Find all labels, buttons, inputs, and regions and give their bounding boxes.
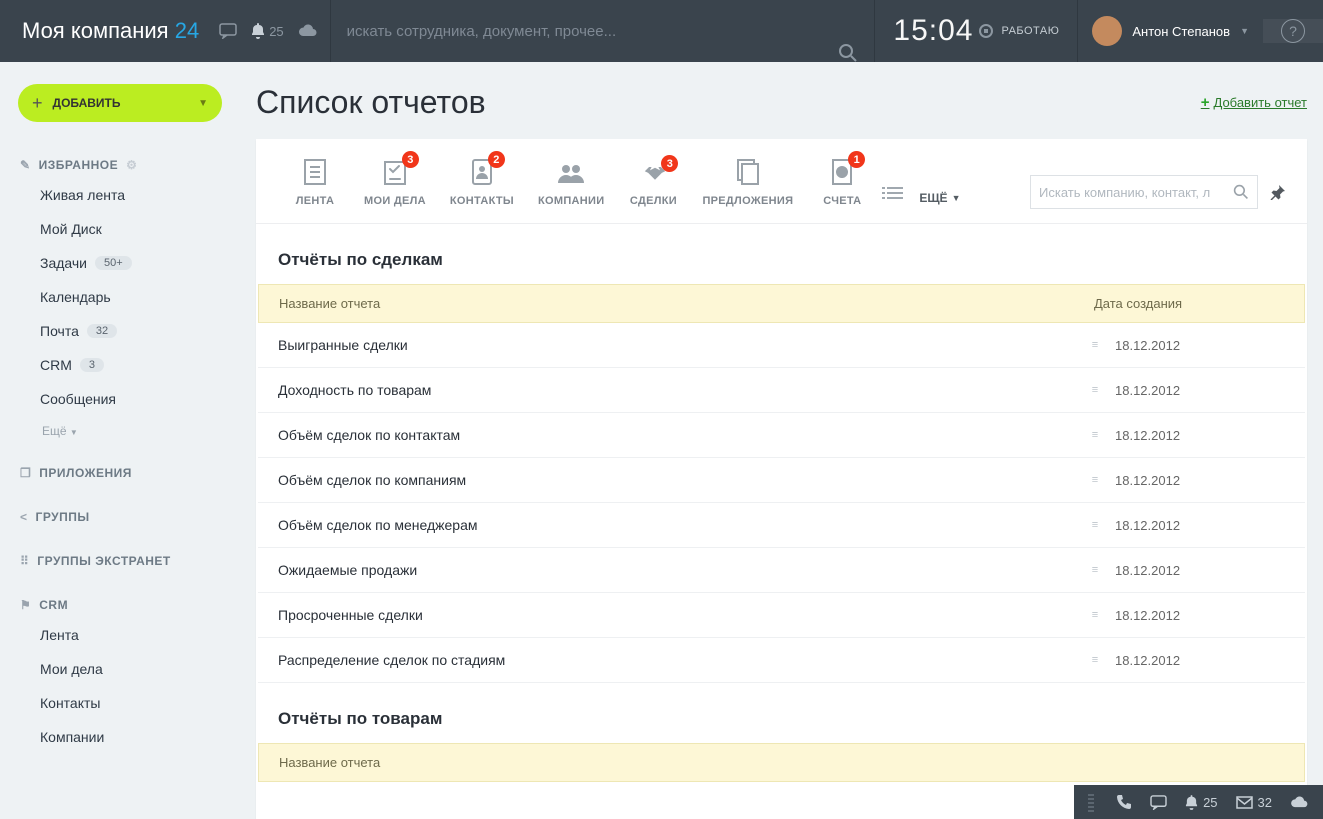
add-button[interactable]: + ДОБАВИТЬ ▼ (18, 84, 222, 122)
drag-icon[interactable]: ≡ (1075, 339, 1115, 351)
svg-text:$: $ (840, 169, 845, 178)
grip-icon[interactable] (1088, 792, 1094, 812)
tab-icon (735, 157, 761, 187)
sidebar-item[interactable]: Почта32 (0, 314, 240, 348)
chevron-down-icon: ▼ (1240, 26, 1249, 36)
sidebar-item[interactable]: Мой Диск (0, 212, 240, 246)
tab-icon: 3 (381, 157, 409, 187)
sidebar-item[interactable]: Календарь (0, 280, 240, 314)
crm-tab[interactable]: 3МОИ ДЕЛА (352, 157, 438, 223)
search-icon[interactable] (1233, 184, 1249, 200)
section-title-deals: Отчёты по сделкам (256, 250, 1307, 284)
bbar-mail[interactable]: 32 (1236, 795, 1272, 810)
sidebar-item[interactable]: CRM3 (0, 348, 240, 382)
tab-icon (302, 157, 328, 187)
list-icon (887, 187, 903, 199)
sidebar-section-extranet[interactable]: ⠿ ГРУППЫ ЭКСТРАНЕТ (0, 544, 240, 574)
count-badge: 3 (80, 358, 104, 372)
gear-icon[interactable]: ⚙ (126, 158, 137, 172)
sidebar-section-crm[interactable]: ⚑ CRM (0, 588, 240, 618)
report-row[interactable]: Доходность по товарам≡18.12.2012 (258, 368, 1305, 413)
sidebar-more[interactable]: Ещё ▼ (0, 416, 240, 456)
crm-search[interactable] (1030, 175, 1258, 209)
bbar-notifications[interactable]: 25 (1185, 795, 1217, 810)
help-button[interactable]: ? (1263, 19, 1323, 43)
drag-icon[interactable]: ≡ (1075, 519, 1115, 531)
count-badge: 50+ (95, 256, 132, 270)
share-icon: < (20, 510, 28, 524)
crm-tab[interactable]: 3СДЕЛКИ (616, 161, 690, 223)
pin-icon: ✎ (20, 158, 31, 172)
search-icon[interactable] (838, 43, 858, 63)
report-row[interactable]: Просроченные сделки≡18.12.2012 (258, 593, 1305, 638)
crm-search-input[interactable] (1039, 185, 1233, 200)
sidebar-item[interactable]: Лента (0, 618, 240, 652)
report-row[interactable]: Объём сделок по менеджерам≡18.12.2012 (258, 503, 1305, 548)
work-status[interactable]: РАБОТАЮ (979, 24, 1077, 38)
sidebar-section-groups[interactable]: < ГРУППЫ (0, 500, 240, 530)
notifications-icon[interactable]: 25 (251, 23, 283, 39)
drag-icon[interactable]: ≡ (1075, 654, 1115, 666)
crm-tab[interactable]: ЛЕНТА (278, 157, 352, 223)
report-row[interactable]: Выигранные сделки≡18.12.2012 (258, 323, 1305, 368)
logo[interactable]: Моя компания 24 (0, 18, 219, 44)
cloud-icon[interactable] (298, 24, 318, 38)
crm-tab[interactable]: 2КОНТАКТЫ (438, 157, 526, 223)
sidebar-section-apps[interactable]: ❒ ПРИЛОЖЕНИЯ (0, 456, 240, 486)
drag-icon[interactable]: ≡ (1075, 474, 1115, 486)
chevron-down-icon: ▼ (198, 98, 208, 109)
sidebar-item[interactable]: Живая лента (0, 178, 240, 212)
sidebar-item[interactable]: Контакты (0, 686, 240, 720)
count-badge: 2 (488, 151, 505, 168)
flag-icon: ⚑ (20, 598, 31, 612)
plus-icon: + (1201, 94, 1210, 111)
crm-tab[interactable]: КОМПАНИИ (526, 161, 616, 223)
sidebar-item[interactable]: Сообщения (0, 382, 240, 416)
table-header: Название отчета Дата создания (258, 284, 1305, 323)
count-badge: 32 (87, 324, 117, 338)
drag-icon[interactable]: ≡ (1075, 384, 1115, 396)
report-row[interactable]: Ожидаемые продажи≡18.12.2012 (258, 548, 1305, 593)
report-row[interactable]: Объём сделок по компаниям≡18.12.2012 (258, 458, 1305, 503)
report-row[interactable]: Распределение сделок по стадиям≡18.12.20… (258, 638, 1305, 683)
page-title: Список отчетов (256, 84, 486, 121)
drag-icon[interactable]: ≡ (1075, 609, 1115, 621)
global-search-input[interactable] (347, 23, 825, 40)
crm-tab[interactable]: $1СЧЕТА (805, 157, 879, 223)
count-badge: 1 (848, 151, 865, 168)
pause-icon (979, 24, 993, 38)
tab-icon: 3 (638, 161, 668, 187)
sidebar-item[interactable]: Мои дела (0, 652, 240, 686)
section-title-products: Отчёты по товарам (256, 709, 1307, 743)
count-badge: 3 (402, 151, 419, 168)
table-header: Название отчета (258, 743, 1305, 782)
report-row[interactable]: Объём сделок по контактам≡18.12.2012 (258, 413, 1305, 458)
crm-tab[interactable]: ПРЕДЛОЖЕНИЯ (690, 157, 805, 223)
count-badge: 3 (661, 155, 678, 172)
tab-icon (556, 161, 586, 187)
add-report-link[interactable]: + Добавить отчет (1201, 94, 1307, 111)
sidebar-item[interactable]: Компании (0, 720, 240, 754)
clock: 15:04 (875, 14, 979, 48)
drag-icon[interactable]: ≡ (1075, 429, 1115, 441)
pin-icon[interactable] (1270, 185, 1285, 200)
sidebar-item[interactable]: Задачи50+ (0, 246, 240, 280)
plus-icon: + (32, 93, 43, 114)
tab-icon: 2 (469, 157, 495, 187)
tab-icon: $1 (829, 157, 855, 187)
drag-icon[interactable]: ≡ (1075, 564, 1115, 576)
sidebar-section-favorites[interactable]: ✎ ИЗБРАННОЕ ⚙ (0, 148, 240, 178)
apps-icon: ❒ (20, 466, 31, 480)
messages-icon[interactable] (219, 23, 237, 39)
bbar-phone[interactable] (1116, 794, 1132, 810)
bbar-chat[interactable] (1150, 795, 1167, 810)
avatar (1092, 16, 1122, 46)
crm-tab-more-label[interactable]: ЕЩЁ ▼ (911, 191, 968, 223)
bottom-bar: 25 32 (1074, 785, 1323, 819)
bbar-cloud[interactable] (1290, 796, 1309, 809)
grid-icon: ⠿ (20, 554, 29, 568)
crm-tab-more[interactable] (879, 187, 911, 223)
user-menu[interactable]: Антон Степанов ▼ (1078, 16, 1263, 46)
